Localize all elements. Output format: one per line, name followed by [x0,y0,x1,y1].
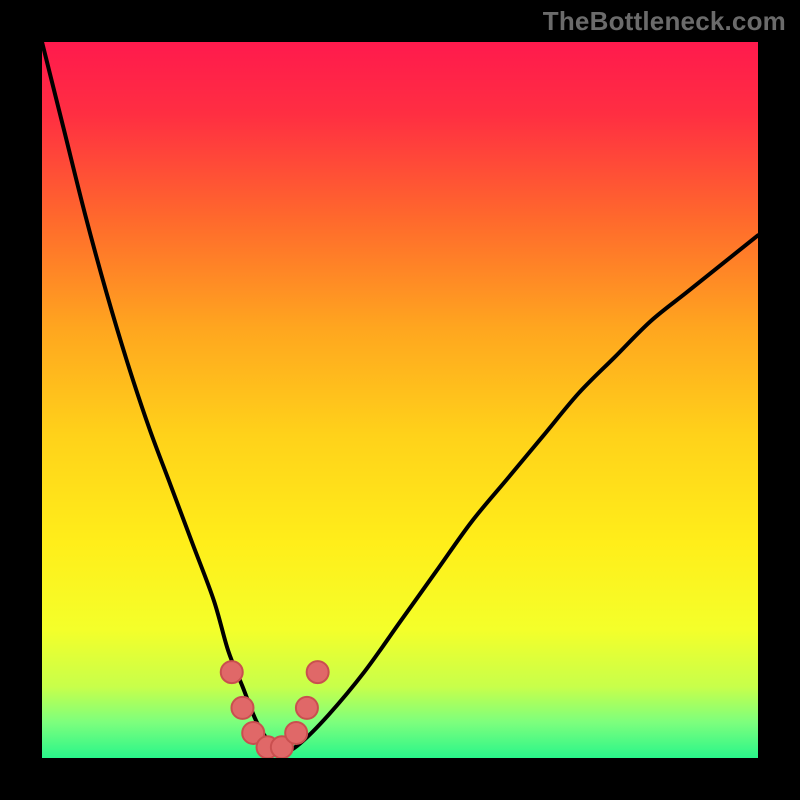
gradient-background [42,42,758,758]
curve-marker [231,697,253,719]
curve-marker [296,697,318,719]
curve-marker [285,722,307,744]
watermark-text: TheBottleneck.com [543,6,786,37]
bottleneck-chart [42,42,758,758]
curve-marker [221,661,243,683]
curve-marker [307,661,329,683]
plot-area [42,42,758,758]
chart-frame: TheBottleneck.com [0,0,800,800]
